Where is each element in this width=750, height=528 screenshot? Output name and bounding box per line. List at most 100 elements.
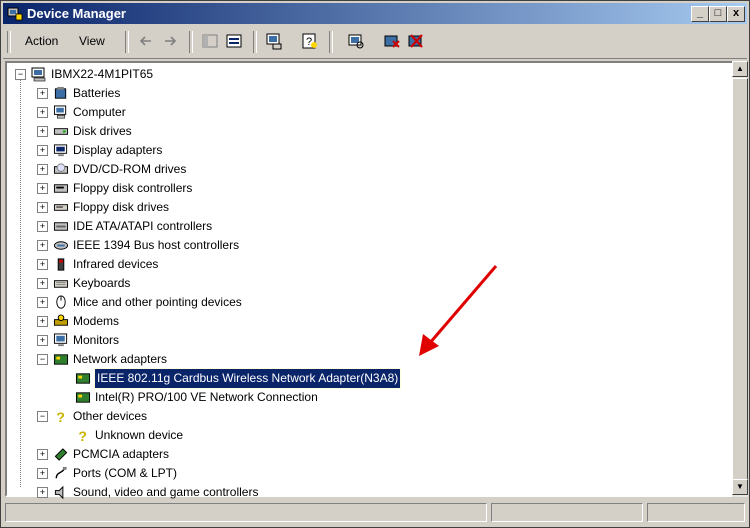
- device-manager-icon: [7, 7, 23, 21]
- expander-expand[interactable]: +: [37, 88, 48, 99]
- vertical-scrollbar[interactable]: ▲ ▼: [732, 61, 748, 497]
- tree-node-label: Infrared devices: [73, 257, 159, 271]
- tree-node-label: DVD/CD-ROM drives: [73, 162, 187, 176]
- expander-expand[interactable]: +: [37, 335, 48, 346]
- toolbar-separator: [125, 31, 129, 53]
- network-adapter-item-label: IEEE 802.11g Cardbus Wireless Network Ad…: [93, 368, 402, 389]
- tree-node-label: Keyboards: [73, 276, 131, 290]
- expander-expand[interactable]: +: [37, 107, 48, 118]
- network-icon: [53, 354, 69, 365]
- tree-node-label: Monitors: [73, 333, 120, 347]
- tree-node-label: Modems: [73, 314, 120, 328]
- show-hide-icon[interactable]: [201, 32, 219, 50]
- toolbar-grip: [7, 31, 11, 53]
- annotation-arrow: [419, 265, 498, 356]
- expander-expand[interactable]: +: [37, 259, 48, 270]
- forward-icon[interactable]: [161, 32, 179, 50]
- title-bar[interactable]: Device Manager _ □ x: [3, 3, 747, 24]
- expander-expand[interactable]: +: [37, 145, 48, 156]
- port-icon: [55, 466, 67, 479]
- uninstall-icon[interactable]: [383, 32, 401, 50]
- expander-expand[interactable]: +: [37, 202, 48, 213]
- maximize-button[interactable]: □: [709, 6, 727, 22]
- toolbar-separator: [329, 31, 333, 53]
- svg-text:?: ?: [78, 428, 87, 443]
- expander-expand[interactable]: +: [37, 278, 48, 289]
- network-adapter-item-label: Intel(R) PRO/100 VE Network Connection: [95, 390, 318, 404]
- properties-grid-icon[interactable]: [225, 32, 243, 50]
- toolbar: Action View ?: [3, 26, 747, 59]
- computer-properties-icon[interactable]: [265, 32, 283, 50]
- root-label: IBMX22-4M1PIT65: [51, 67, 154, 81]
- scroll-thumb[interactable]: [732, 78, 748, 480]
- tree-node-label: Ports (COM & LPT): [73, 466, 178, 480]
- scroll-up-button[interactable]: ▲: [732, 61, 748, 77]
- computer-icon: [31, 67, 46, 82]
- question-icon: ?: [78, 428, 87, 443]
- tree-node-label: IDE ATA/ATAPI controllers: [73, 219, 213, 233]
- other-device-item-label: Unknown device: [95, 428, 184, 442]
- toolbar-separator: [253, 31, 257, 53]
- monitor-icon: [53, 333, 68, 347]
- status-cell: [491, 503, 643, 522]
- tree-guide-line: [20, 77, 21, 487]
- tree-node-label: IEEE 1394 Bus host controllers: [73, 238, 240, 252]
- minimize-button[interactable]: _: [691, 6, 709, 22]
- back-icon[interactable]: [137, 32, 155, 50]
- expander-expand[interactable]: +: [37, 316, 48, 327]
- display-icon: [53, 144, 68, 157]
- device-tree[interactable]: − IBMX22-4M1PIT65 + Batteries + Computer + Di…: [5, 61, 734, 500]
- close-button[interactable]: x: [727, 6, 745, 22]
- tree-node-label: Batteries: [73, 86, 121, 100]
- expander-expand[interactable]: +: [37, 221, 48, 232]
- battery-icon: [54, 86, 67, 99]
- tree-node-label: Network adapters: [73, 352, 168, 366]
- mouse-icon: [56, 295, 66, 309]
- keyboard-icon: [53, 280, 69, 288]
- network-icon: [75, 392, 91, 403]
- tree-node-label: Mice and other pointing devices: [73, 295, 242, 309]
- firewire-icon: [53, 241, 69, 250]
- pcmcia-icon: [54, 448, 68, 461]
- question-icon: ?: [56, 409, 65, 424]
- expander-expand[interactable]: +: [37, 468, 48, 479]
- expander-expand[interactable]: +: [37, 126, 48, 137]
- sound-icon: [54, 485, 64, 500]
- expander-expand[interactable]: +: [37, 240, 48, 251]
- svg-text:?: ?: [56, 409, 65, 424]
- floppy-controller-icon: [53, 184, 69, 193]
- help-icon[interactable]: ?: [301, 32, 319, 50]
- disk-icon: [53, 128, 69, 135]
- status-cell: [647, 503, 745, 522]
- floppy-icon: [53, 204, 69, 211]
- expander-expand[interactable]: +: [37, 297, 48, 308]
- menu-view[interactable]: View: [79, 34, 105, 48]
- menu-action[interactable]: Action: [25, 34, 58, 48]
- window-title: Device Manager: [27, 6, 126, 21]
- cdrom-icon: [53, 163, 69, 174]
- tree-node-label: Floppy disk drives: [73, 200, 170, 214]
- expander-expand[interactable]: +: [37, 487, 48, 498]
- expander-collapse[interactable]: −: [37, 354, 48, 365]
- expander-expand[interactable]: +: [37, 164, 48, 175]
- disable-icon[interactable]: [407, 32, 425, 50]
- infrared-icon: [57, 258, 65, 271]
- status-bar: [3, 501, 747, 523]
- tree-node-label: Floppy disk controllers: [73, 181, 193, 195]
- device-manager-window: Device Manager _ □ x Action View ? − IBM…: [0, 0, 750, 528]
- status-cell: [5, 503, 487, 522]
- expander-collapse[interactable]: −: [15, 69, 26, 80]
- expander-expand[interactable]: +: [37, 449, 48, 460]
- scan-hardware-icon[interactable]: [347, 32, 365, 50]
- modem-icon: [53, 314, 69, 326]
- tree-node-label: Other devices: [73, 409, 148, 423]
- svg-text:?: ?: [306, 36, 312, 48]
- tree-node-label: Disk drives: [73, 124, 132, 138]
- expander-collapse[interactable]: −: [37, 411, 48, 422]
- expander-expand[interactable]: +: [37, 183, 48, 194]
- ide-icon: [53, 222, 69, 231]
- tree-node-label: Computer: [73, 105, 126, 119]
- scroll-down-button[interactable]: ▼: [732, 479, 748, 495]
- toolbar-separator: [189, 31, 193, 53]
- tree-node-label: Display adapters: [73, 143, 163, 157]
